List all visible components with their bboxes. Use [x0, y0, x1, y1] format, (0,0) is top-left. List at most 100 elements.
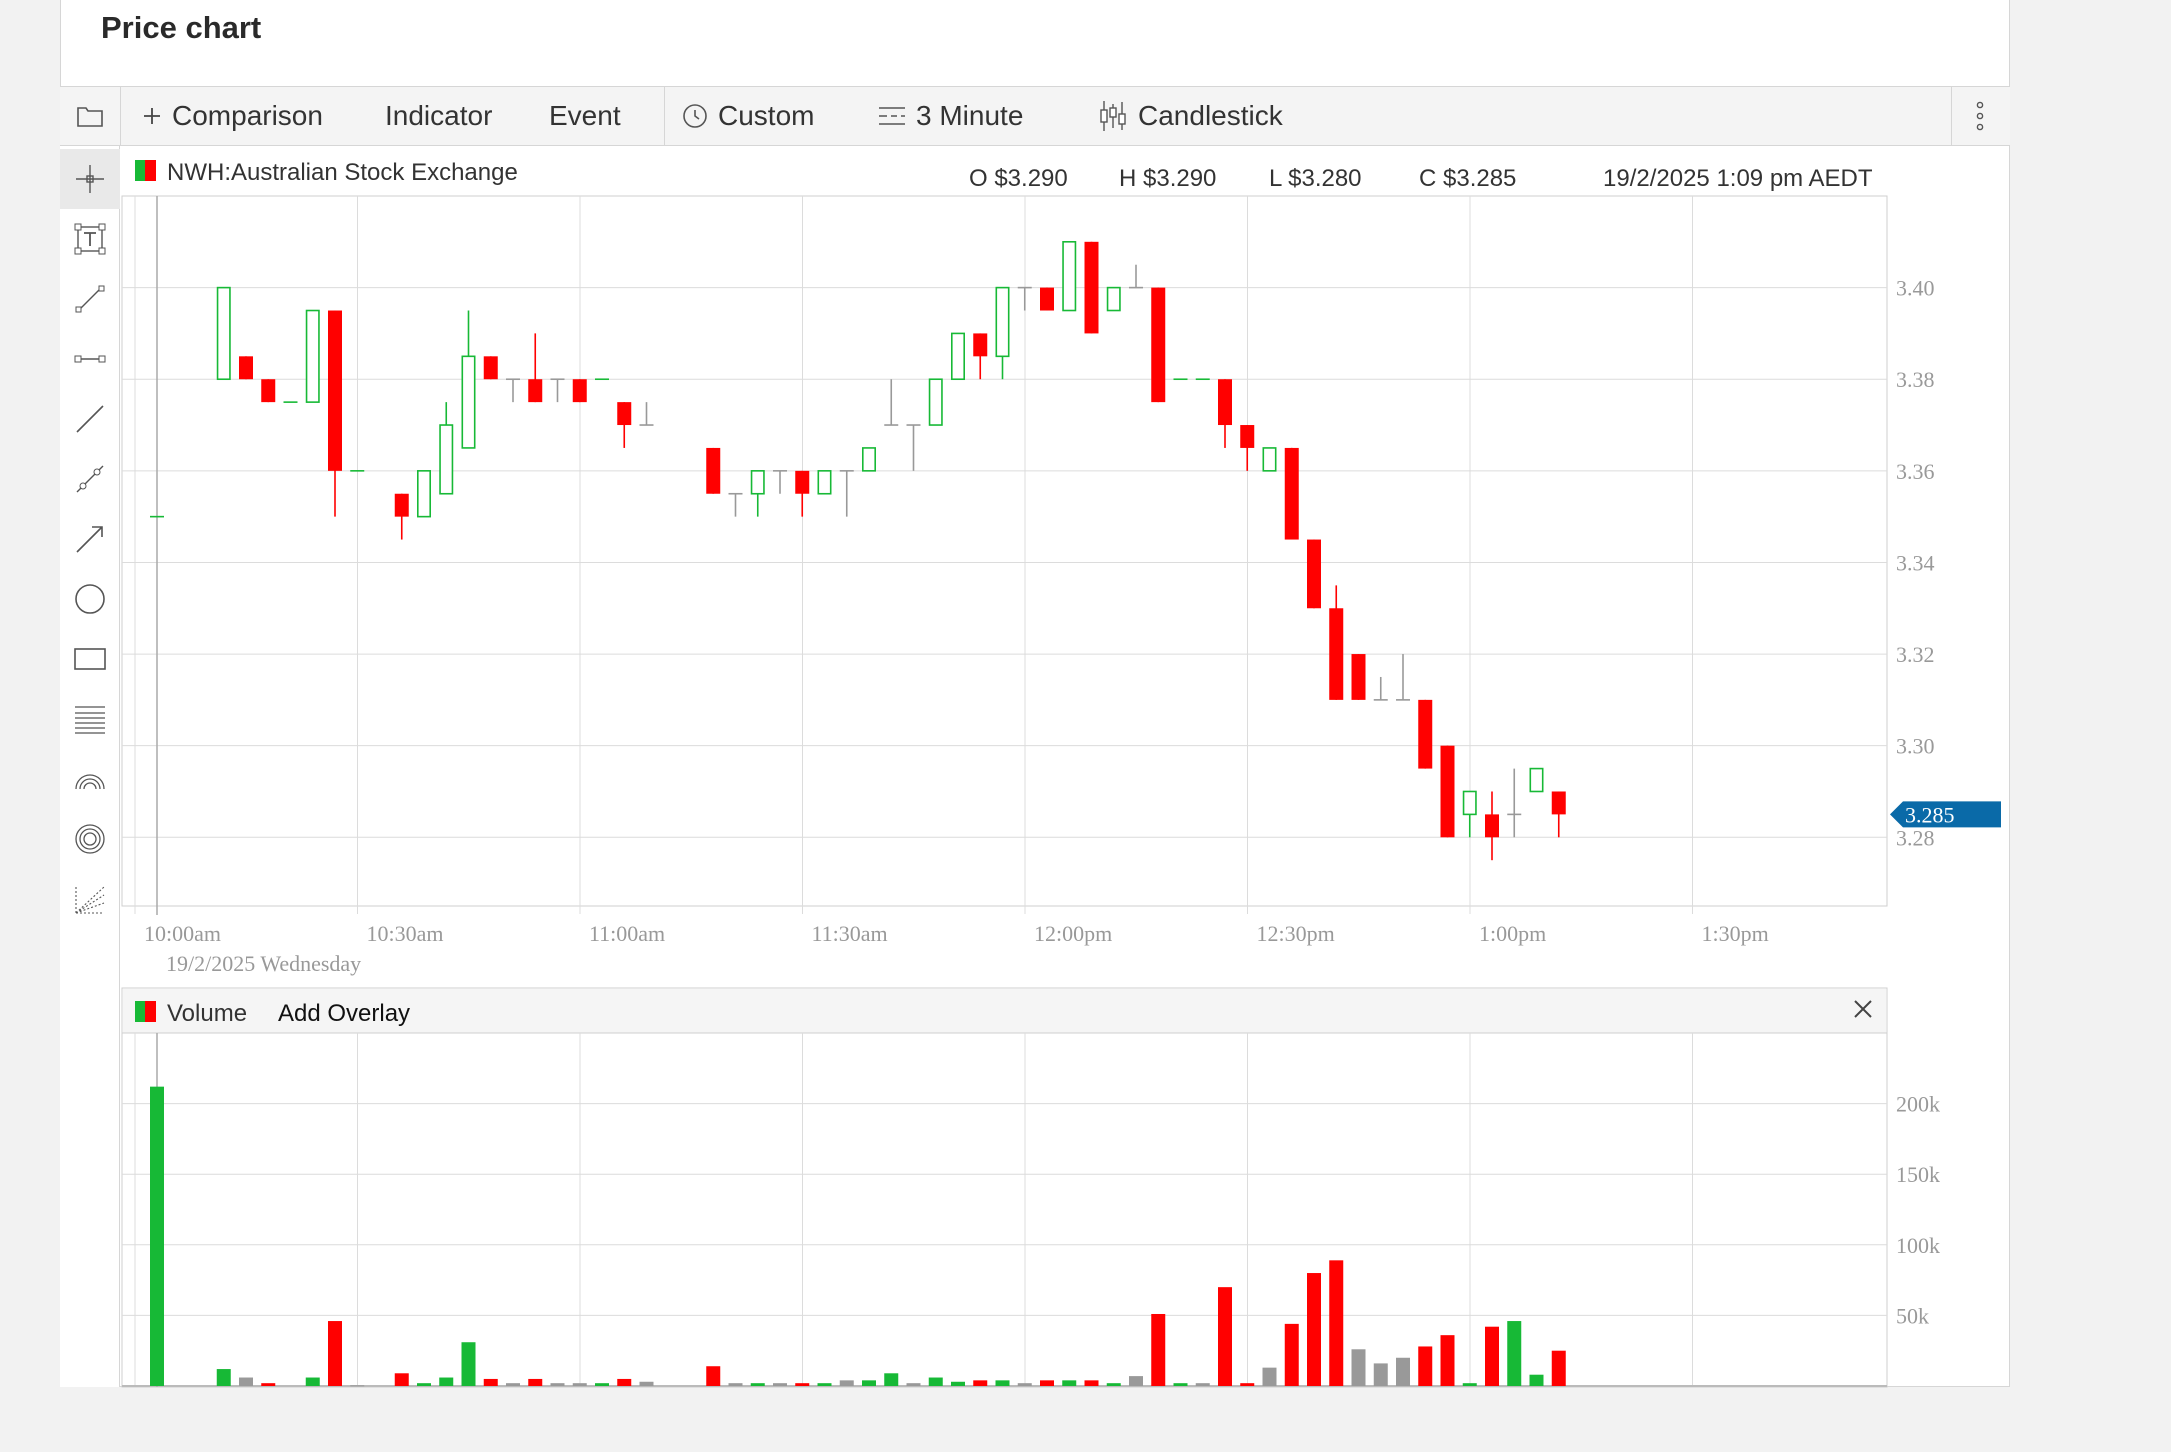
- volume-bar: [1262, 1367, 1277, 1386]
- candle-body: [239, 356, 253, 380]
- candle-body: [416, 470, 431, 518]
- legend-close: C $3.285: [1419, 165, 1516, 192]
- volume-label: Volume: [167, 1000, 247, 1027]
- candle: [1129, 264, 1143, 289]
- candle-body: [1351, 654, 1366, 700]
- volume-y-axis: 50k 100k 150k 200k: [1896, 1092, 1940, 1329]
- price-x-tick-label: 10:30am: [367, 921, 444, 946]
- volume-bar: [394, 1373, 409, 1386]
- volume-plot-frame: [121, 987, 1888, 1388]
- candle: [305, 309, 320, 403]
- volume-bar: [528, 1378, 543, 1386]
- candle: [550, 378, 565, 403]
- volume-bar: [1084, 1380, 1099, 1386]
- candle: [639, 402, 654, 426]
- volume-bar: [550, 1383, 565, 1386]
- candle-body: [1440, 745, 1455, 838]
- volume-y-tick-label: 150k: [1896, 1162, 1940, 1187]
- candle: [328, 310, 342, 517]
- price-y-tick-label: 3.36: [1896, 459, 1935, 484]
- candle: [1529, 767, 1544, 793]
- volume-bar: [261, 1383, 276, 1386]
- volume-down-swatch: [145, 1001, 156, 1022]
- volume-bar: [305, 1377, 320, 1386]
- candle-body: [439, 424, 454, 495]
- legend-open: O $3.290: [969, 165, 1068, 192]
- candle-body: [1284, 447, 1299, 540]
- volume-bar: [1551, 1350, 1566, 1386]
- volume-bar: [617, 1378, 632, 1386]
- volume-bar: [1017, 1383, 1032, 1386]
- candle: [928, 378, 943, 426]
- add-overlay-button[interactable]: Add Overlay: [278, 1000, 410, 1027]
- candle: [1017, 286, 1032, 311]
- volume-bar: [1195, 1383, 1210, 1386]
- volume-bar: [750, 1383, 765, 1386]
- candle-body: [572, 379, 587, 403]
- price-y-axis: 3.28 3.30 3.32 3.34 3.36 3.38 3.40: [1896, 276, 1935, 851]
- legend-up-swatch: [135, 160, 145, 181]
- price-y-tick-label: 3.40: [1896, 276, 1935, 301]
- volume-bar: [1462, 1383, 1477, 1386]
- candle: [483, 356, 498, 380]
- candle: [1062, 241, 1077, 312]
- candle-body: [328, 310, 342, 471]
- volume-bar: [439, 1377, 454, 1386]
- candle-body: [1485, 814, 1499, 838]
- volume-bar: [461, 1342, 476, 1386]
- volume-bar: [906, 1383, 921, 1386]
- volume-bar: [951, 1381, 965, 1386]
- volume-bar: [928, 1377, 943, 1386]
- candle-body: [928, 378, 943, 426]
- price-y-tick-label: 3.28: [1896, 825, 1935, 850]
- candle: [795, 470, 810, 517]
- chart-canvas[interactable]: 10:00am 10:30am 11:00am 11:30am 12:00pm 12:30…: [0, 0, 2171, 1452]
- candle: [394, 493, 409, 540]
- candle: [261, 379, 276, 403]
- volume-bar: [1396, 1357, 1410, 1386]
- candle: [861, 447, 876, 472]
- candle-body: [1262, 447, 1277, 472]
- volume-bar: [973, 1380, 988, 1386]
- price-x-tick-label: 11:30am: [812, 921, 888, 946]
- candle: [906, 424, 921, 471]
- volume-bar-series: [150, 1086, 1566, 1387]
- candle: [1507, 768, 1522, 838]
- date-label: 19/2/2025 Wednesday: [166, 951, 361, 976]
- candle: [1373, 676, 1388, 701]
- candle: [1262, 447, 1277, 472]
- candle: [1151, 287, 1166, 403]
- volume-bar: [1040, 1380, 1054, 1386]
- volume-bar: [572, 1383, 587, 1386]
- candle: [1418, 699, 1433, 769]
- price-x-axis: 10:00am 10:30am 11:00am 11:30am 12:00pm 12:30…: [144, 921, 1769, 946]
- candle-body: [750, 470, 765, 495]
- candle: [216, 286, 231, 381]
- price-x-tick-label: 1:30pm: [1702, 921, 1769, 946]
- volume-y-tick-label: 100k: [1896, 1233, 1940, 1258]
- candle: [239, 356, 253, 380]
- candle: [617, 402, 632, 448]
- volume-bar: [1351, 1349, 1366, 1386]
- candle-body: [973, 333, 988, 357]
- candle-body: [1151, 287, 1166, 403]
- candle-body: [795, 470, 810, 494]
- volume-bar: [639, 1381, 654, 1386]
- candle: [884, 379, 899, 426]
- candle-body: [817, 470, 832, 495]
- candle-body: [617, 402, 632, 426]
- legend-datetime: 19/2/2025 1:09 pm AEDT: [1603, 165, 1873, 192]
- candle: [461, 310, 476, 449]
- candle: [728, 492, 743, 517]
- legend-high: H $3.290: [1119, 165, 1216, 192]
- price-x-tick-label: 12:30pm: [1257, 921, 1335, 946]
- price-x-tick-label: 11:00am: [589, 921, 665, 946]
- candle-body: [861, 447, 876, 472]
- candle: [1396, 654, 1410, 701]
- candle-body: [1307, 539, 1321, 609]
- volume-bar: [862, 1380, 876, 1386]
- candle: [1551, 791, 1566, 838]
- volume-bar: [1106, 1383, 1121, 1386]
- candle-body: [1106, 286, 1121, 312]
- volume-bar: [1307, 1273, 1321, 1386]
